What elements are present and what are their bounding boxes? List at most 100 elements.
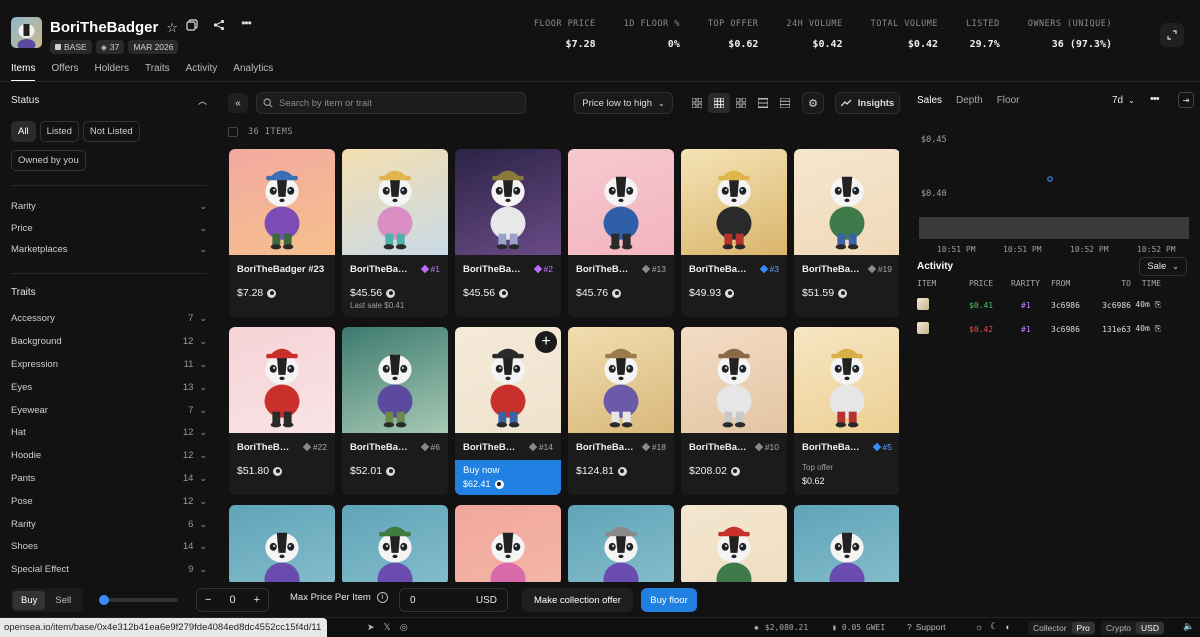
- nft-card[interactable]: [342, 505, 448, 582]
- nft-image[interactable]: [794, 149, 899, 255]
- nft-image[interactable]: +: [455, 327, 561, 433]
- activity-to[interactable]: 3c6986: [1091, 301, 1131, 310]
- nft-image[interactable]: [794, 327, 899, 433]
- filter-rarity[interactable]: Rarity ⌄: [0, 196, 218, 218]
- activity-to[interactable]: 131e63: [1091, 325, 1131, 334]
- tab-activity[interactable]: Activity: [186, 63, 218, 82]
- activity-filter-dropdown[interactable]: Sale ⌄: [1139, 257, 1187, 276]
- nft-card[interactable]: BoriTheBa… #2 $45.56: [455, 149, 561, 317]
- nft-card[interactable]: BoriTheBa… #3 $49.93: [681, 149, 787, 317]
- status-pill-listed[interactable]: Listed: [39, 121, 79, 142]
- sun-icon[interactable]: ☼: [975, 622, 983, 632]
- max-price-value[interactable]: 0: [410, 595, 416, 606]
- tab-holders[interactable]: Holders: [95, 63, 129, 82]
- copy-icon[interactable]: [185, 18, 199, 32]
- tab-items[interactable]: Items: [11, 63, 36, 82]
- max-price-input[interactable]: 0 USD: [399, 588, 508, 612]
- collapse-sidebar-icon[interactable]: «: [228, 93, 248, 113]
- quantity-stepper[interactable]: − 0 +: [196, 588, 269, 612]
- nft-card[interactable]: BoriTheBa… #19 $51.59: [794, 149, 899, 317]
- nft-card[interactable]: BoriTheBa… #6 $52.01: [342, 327, 448, 495]
- trait-filter-hoodie[interactable]: Hoodie 12 ⌄: [0, 444, 218, 467]
- grid-small-icon[interactable]: [730, 93, 752, 113]
- quantity-value[interactable]: 0: [229, 594, 235, 606]
- tab-traits[interactable]: Traits: [145, 63, 170, 82]
- external-link-icon[interactable]: ⎘: [1155, 324, 1161, 333]
- trait-filter-eyes[interactable]: Eyes 13 ⌄: [0, 376, 218, 399]
- insights-tab-sales[interactable]: Sales: [917, 95, 942, 106]
- nft-image[interactable]: [342, 149, 448, 255]
- status-pill-all[interactable]: All: [11, 121, 36, 142]
- moon-icon[interactable]: ☾: [990, 621, 998, 632]
- x-icon[interactable]: 𝕏: [384, 622, 391, 633]
- collector-toggle[interactable]: Collector: [1028, 622, 1072, 634]
- buy-floor-button[interactable]: Buy floor: [641, 588, 697, 612]
- trait-filter-special-effect[interactable]: Special Effect 9 ⌄: [0, 558, 218, 581]
- activity-row[interactable]: $0.42 #1 3c6986 131e63 40m ⎘: [917, 317, 1189, 341]
- add-to-cart-icon[interactable]: +: [535, 331, 557, 353]
- nft-card[interactable]: [568, 505, 674, 582]
- search-box[interactable]: Search by item or trait: [256, 92, 526, 114]
- activity-row[interactable]: $0.41 #1 3c6986 3c6986 40m ⎘: [917, 293, 1189, 317]
- nft-image[interactable]: [229, 327, 335, 433]
- crypto-toggle[interactable]: Crypto: [1101, 622, 1136, 634]
- select-all-checkbox[interactable]: [228, 127, 238, 137]
- nft-card[interactable]: BoriTheBadger #23 $7.28: [229, 149, 335, 317]
- grid-medium-icon[interactable]: [708, 93, 730, 113]
- nft-card[interactable]: BoriTheBa… #10 $208.02: [681, 327, 787, 495]
- nft-image[interactable]: [455, 505, 561, 582]
- search-input[interactable]: Search by item or trait: [279, 98, 372, 109]
- trait-filter-pants[interactable]: Pants 14 ⌄: [0, 467, 218, 490]
- nft-image[interactable]: [681, 327, 787, 433]
- trait-filter-expression[interactable]: Expression 11 ⌄: [0, 353, 218, 376]
- nft-card[interactable]: BoriTheBa… #1 $45.56 Last sale $0.41: [342, 149, 448, 317]
- trait-filter-pose[interactable]: Pose 12 ⌄: [0, 490, 218, 513]
- nft-card[interactable]: BoriTheBa… #18 $124.81: [568, 327, 674, 495]
- nft-card[interactable]: [681, 505, 787, 582]
- range-dropdown[interactable]: 7d ⌄: [1112, 95, 1135, 106]
- settings-icon[interactable]: ⚙: [802, 92, 824, 114]
- share-icon[interactable]: [212, 18, 226, 32]
- decrement-button[interactable]: −: [205, 594, 211, 606]
- nft-card[interactable]: BoriTheB… #13 $45.76: [568, 149, 674, 317]
- trait-filter-background[interactable]: Background 12 ⌄: [0, 330, 218, 353]
- nft-card[interactable]: BoriTheBa… #5 Top offer $0.62: [794, 327, 899, 495]
- nft-image[interactable]: [568, 505, 674, 582]
- nft-image[interactable]: [794, 505, 899, 582]
- trait-filter-accessory[interactable]: Accessory 7 ⌄: [0, 308, 218, 331]
- owned-by-you-pill[interactable]: Owned by you: [11, 150, 86, 171]
- activity-from[interactable]: 3c6986: [1051, 301, 1091, 310]
- slider-thumb[interactable]: [99, 595, 109, 605]
- more-icon[interactable]: •••: [239, 16, 253, 30]
- panel-expand-icon[interactable]: ⇥: [1178, 92, 1194, 108]
- insights-button[interactable]: Insights: [835, 92, 900, 114]
- nft-card[interactable]: BoriTheB… #22 $51.80: [229, 327, 335, 495]
- increment-button[interactable]: +: [254, 594, 260, 606]
- make-collection-offer-button[interactable]: Make collection offer: [522, 588, 633, 612]
- expand-icon[interactable]: [1160, 23, 1184, 47]
- external-link-icon[interactable]: ⎘: [1155, 300, 1161, 309]
- pro-toggle[interactable]: Pro: [1071, 622, 1095, 634]
- nft-image[interactable]: [229, 505, 335, 582]
- trait-filter-hat[interactable]: Hat 12 ⌄: [0, 421, 218, 444]
- trait-filter-shoes[interactable]: Shoes 14 ⌄: [0, 535, 218, 558]
- more-icon[interactable]: •••: [1150, 93, 1160, 105]
- collection-avatar[interactable]: [11, 17, 42, 48]
- buy-toggle[interactable]: Buy: [13, 590, 46, 610]
- nft-image[interactable]: [568, 149, 674, 255]
- sort-dropdown[interactable]: Price low to high ⌄: [574, 92, 673, 114]
- buy-now-button[interactable]: Buy now $62.41: [455, 460, 561, 495]
- filter-marketplaces[interactable]: Marketplaces ⌄: [0, 239, 218, 261]
- table-view-icon[interactable]: [774, 93, 796, 113]
- nft-image[interactable]: [681, 149, 787, 255]
- list-view-icon[interactable]: [752, 93, 774, 113]
- nft-image[interactable]: [342, 327, 448, 433]
- nft-image[interactable]: [681, 505, 787, 582]
- volume-icon[interactable]: 🔈: [1183, 621, 1194, 632]
- telegram-icon[interactable]: ➤: [367, 622, 375, 633]
- nft-image[interactable]: [342, 505, 448, 582]
- insights-tab-depth[interactable]: Depth: [956, 95, 983, 106]
- grid-large-icon[interactable]: [686, 93, 708, 113]
- support-link[interactable]: ? Support: [907, 622, 946, 632]
- insights-tab-floor[interactable]: Floor: [997, 95, 1020, 106]
